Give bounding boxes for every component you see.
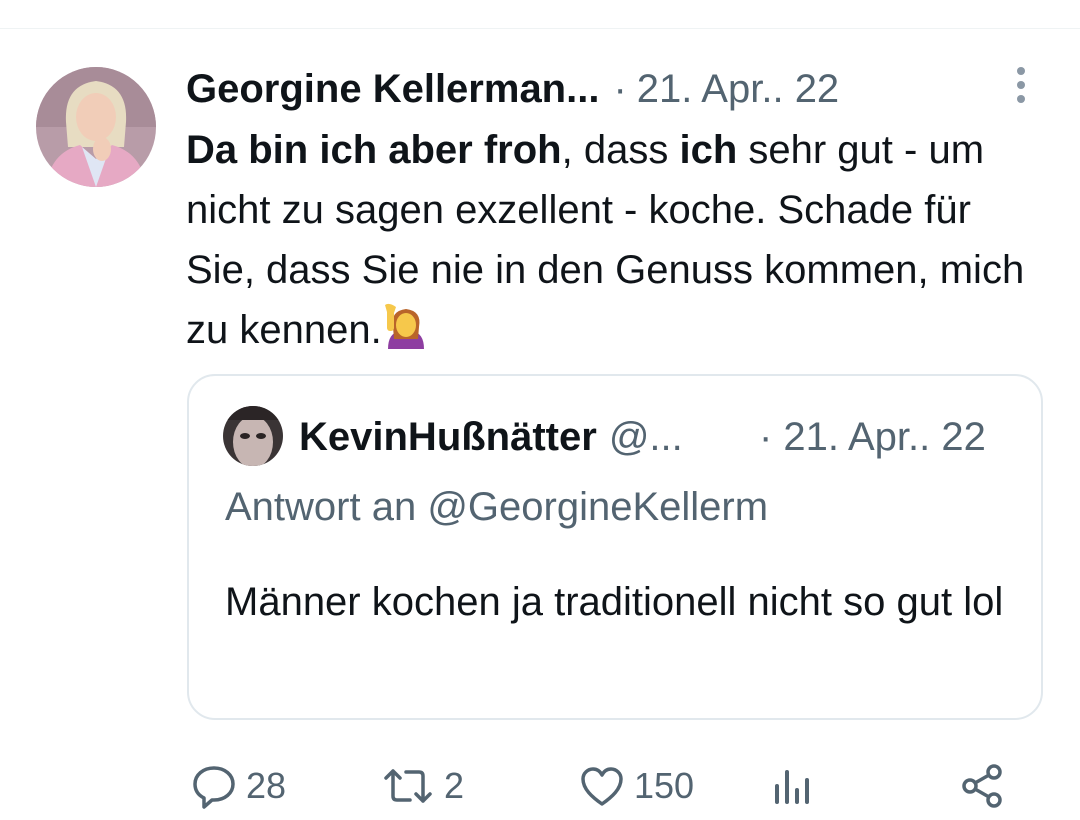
author-avatar[interactable] (36, 67, 156, 187)
like-button[interactable]: 150 (578, 758, 694, 814)
reply-to-label[interactable]: Antwort an @GeorgineKellerm (225, 482, 768, 532)
tweet-text-bold-2: ich (679, 128, 738, 172)
share-icon (958, 762, 1006, 810)
retweet-button[interactable]: 2 (380, 758, 464, 814)
tweet-header: Georgine Kellerman... · 21. Apr.. 22 (186, 64, 839, 114)
quote-date[interactable]: · 21. Apr.. 22 (759, 412, 986, 462)
header-separator: · (613, 67, 627, 111)
share-button[interactable] (958, 758, 1006, 814)
retweet-icon (380, 762, 436, 810)
quote-author-handle[interactable]: @... (609, 415, 683, 459)
tweet-date[interactable]: 21. Apr.. 22 (637, 64, 839, 114)
reply-button[interactable]: 28 (190, 758, 286, 814)
more-options-icon[interactable] (1006, 64, 1036, 108)
quote-author-name[interactable]: KevinHußnätter (299, 415, 597, 459)
quote-text: Männer kochen ja traditionell nicht so g… (225, 580, 1004, 624)
author-name[interactable]: Georgine Kellerman... (186, 64, 599, 114)
retweet-count: 2 (444, 765, 465, 806)
tweet-text-part-1: , dass (561, 128, 680, 172)
tweet: Georgine Kellerman... · 21. Apr.. 22 Da … (0, 0, 1080, 820)
quoted-tweet[interactable]: KevinHußnätter @... · 21. Apr.. 22 Antwor… (187, 374, 1043, 720)
person-raising-hand-emoji (384, 303, 428, 368)
tweet-text: Da bin ich aber froh, dass ich sehr gut … (186, 120, 1046, 368)
quote-header: KevinHußnätter @... · 21. Apr.. 22 (299, 412, 999, 462)
views-button[interactable] (768, 758, 816, 814)
reply-count: 28 (246, 765, 287, 806)
action-bar: 28 2 150 (0, 750, 1080, 820)
tweet-text-bold-1: Da bin ich aber froh (186, 128, 562, 172)
like-count: 150 (634, 765, 695, 806)
reply-icon (190, 762, 238, 810)
like-icon (578, 762, 626, 810)
quote-author-avatar[interactable] (223, 406, 283, 466)
views-icon (768, 762, 816, 810)
